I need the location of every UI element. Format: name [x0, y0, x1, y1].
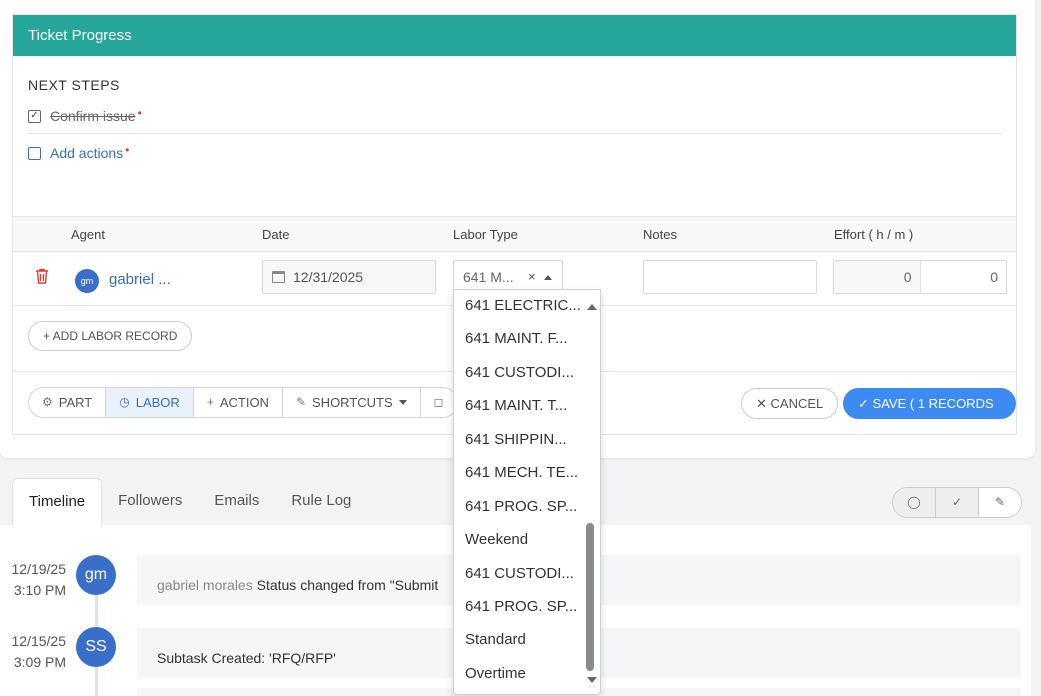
header-agent: Agent [71, 227, 105, 242]
comment-icon: ◻ [433, 395, 444, 409]
scroll-thumb[interactable] [586, 523, 594, 671]
date-field[interactable]: 12/31/2025 [262, 260, 436, 294]
scroll-down-icon[interactable] [587, 677, 597, 683]
next-steps-heading: NEXT STEPS [28, 77, 120, 93]
step-label: Confirm issue [50, 108, 136, 124]
dropdown-option[interactable]: Weekend [465, 531, 528, 548]
hours-input[interactable]: 0 [834, 261, 921, 293]
activity-tabs: Timeline Followers Emails Rule Log [12, 478, 367, 526]
dropdown-option[interactable]: 641 MAINT. T... [465, 397, 567, 414]
dropdown-option[interactable]: 641 ELECTRIC... [465, 297, 581, 314]
entry-time: 3:10 PM [13, 582, 66, 598]
entry-time: 3:09 PM [13, 654, 66, 670]
dropdown-option[interactable]: Overtime [465, 665, 526, 682]
gear-icon: ⚙ [42, 395, 53, 409]
tab-emails[interactable]: Emails [198, 478, 275, 526]
header-labor-type: Labor Type [453, 227, 518, 242]
dropdown-option[interactable]: Standard [465, 631, 526, 648]
dropdown-option[interactable]: 641 SHIPPIN... [465, 431, 567, 448]
entry-date: 12/15/25 [11, 633, 67, 649]
save-button[interactable]: ✓ SAVE ( 1 RECORDS ) [843, 388, 1016, 442]
tab-timeline[interactable]: Timeline [12, 478, 103, 526]
avatar: gm [76, 555, 116, 595]
timeline-date: 12/15/25 3:09 PM [0, 631, 67, 673]
comment-button[interactable]: ◻ [421, 388, 457, 417]
shortcuts-button[interactable]: ✎ SHORTCUTS [283, 388, 421, 417]
shortcuts-label: SHORTCUTS [312, 395, 393, 410]
header-effort: Effort ( h / m ) [834, 227, 914, 242]
entry-text: Subtask Created: 'RFQ/RFP' [157, 650, 336, 666]
dropdown-option[interactable]: 641 CUSTODI... [465, 364, 574, 381]
step-confirm-issue[interactable]: ✓ Confirm issue • [28, 106, 142, 124]
header-date: Date [262, 227, 290, 242]
entry-date: 12/19/25 [11, 561, 67, 577]
labor-button[interactable]: ◷ LABOR [106, 388, 194, 417]
labor-table-header: Agent Date Labor Type Notes Effort ( h /… [13, 216, 1016, 252]
step-add-actions[interactable]: Add actions • [28, 143, 130, 161]
avatar: gm [75, 269, 99, 293]
pencil-icon: ✎ [295, 395, 307, 409]
step-divider [28, 133, 1002, 134]
entry-author[interactable]: gabriel morales [157, 577, 253, 593]
part-button[interactable]: ⚙ PART [29, 388, 107, 417]
effort-fields: 0 0 [833, 260, 1007, 294]
timeline-filter-group: ◯ ✓ ✎ [892, 487, 1022, 518]
entry-text: Status changed from "Submit [252, 577, 439, 593]
tab-followers[interactable]: Followers [102, 478, 198, 526]
caret-up-icon[interactable] [544, 275, 552, 280]
part-label: PART [58, 395, 93, 410]
minutes-input[interactable]: 0 [921, 261, 1007, 293]
tab-rule-log[interactable]: Rule Log [275, 478, 367, 526]
edit-filter-icon[interactable]: ✎ [979, 488, 1021, 517]
agent-name-link[interactable]: gabriel ... [109, 271, 171, 288]
header-notes: Notes [643, 227, 677, 242]
required-marker: • [125, 143, 130, 157]
labor-label: LABOR [135, 395, 180, 410]
labor-type-value: 641 M... [463, 269, 514, 285]
trash-icon[interactable] [35, 268, 49, 284]
cancel-button[interactable]: ✕ CANCEL [741, 388, 839, 419]
plus-icon: + [206, 395, 214, 409]
panel-title: Ticket Progress [13, 15, 1016, 56]
labor-type-dropdown: 641 ELECTRIC... 641 MAINT. F... 641 CUST… [453, 289, 601, 695]
action-button[interactable]: + ACTION [194, 388, 283, 417]
calendar-icon [272, 271, 285, 283]
add-labor-record-button[interactable]: + ADD LABOR RECORD [28, 321, 193, 351]
action-label: ACTION [219, 395, 269, 410]
clock-icon: ◷ [119, 395, 130, 409]
dropdown-option[interactable]: 641 MECH. TE... [465, 464, 578, 481]
dropdown-option[interactable]: 641 PROG. SP... [465, 498, 577, 515]
record-type-toolbar: ⚙ PART ◷ LABOR + ACTION ✎ SHORTCUTS ◻ [28, 387, 458, 418]
dropdown-option[interactable]: 641 CUSTODI... [465, 565, 574, 582]
checkbox-icon[interactable] [28, 146, 41, 160]
step-label: Add actions [50, 145, 124, 161]
date-value: 12/31/2025 [293, 269, 364, 285]
timeline-date: 12/19/25 3:10 PM [0, 559, 67, 601]
notes-field[interactable] [643, 260, 817, 294]
check-filter-icon[interactable]: ✓ [936, 488, 979, 517]
avatar: SS [76, 627, 116, 667]
checkbox-checked-icon[interactable]: ✓ [28, 109, 41, 123]
scroll-up-icon[interactable] [587, 304, 597, 310]
chevron-down-icon [398, 400, 407, 405]
dropdown-option[interactable]: 641 MAINT. F... [465, 330, 568, 347]
dropdown-scrollbar[interactable] [584, 290, 598, 694]
comment-filter-icon[interactable]: ◯ [893, 488, 936, 517]
dropdown-option[interactable]: 641 PROG. SP... [465, 598, 577, 615]
required-marker: • [137, 106, 142, 120]
